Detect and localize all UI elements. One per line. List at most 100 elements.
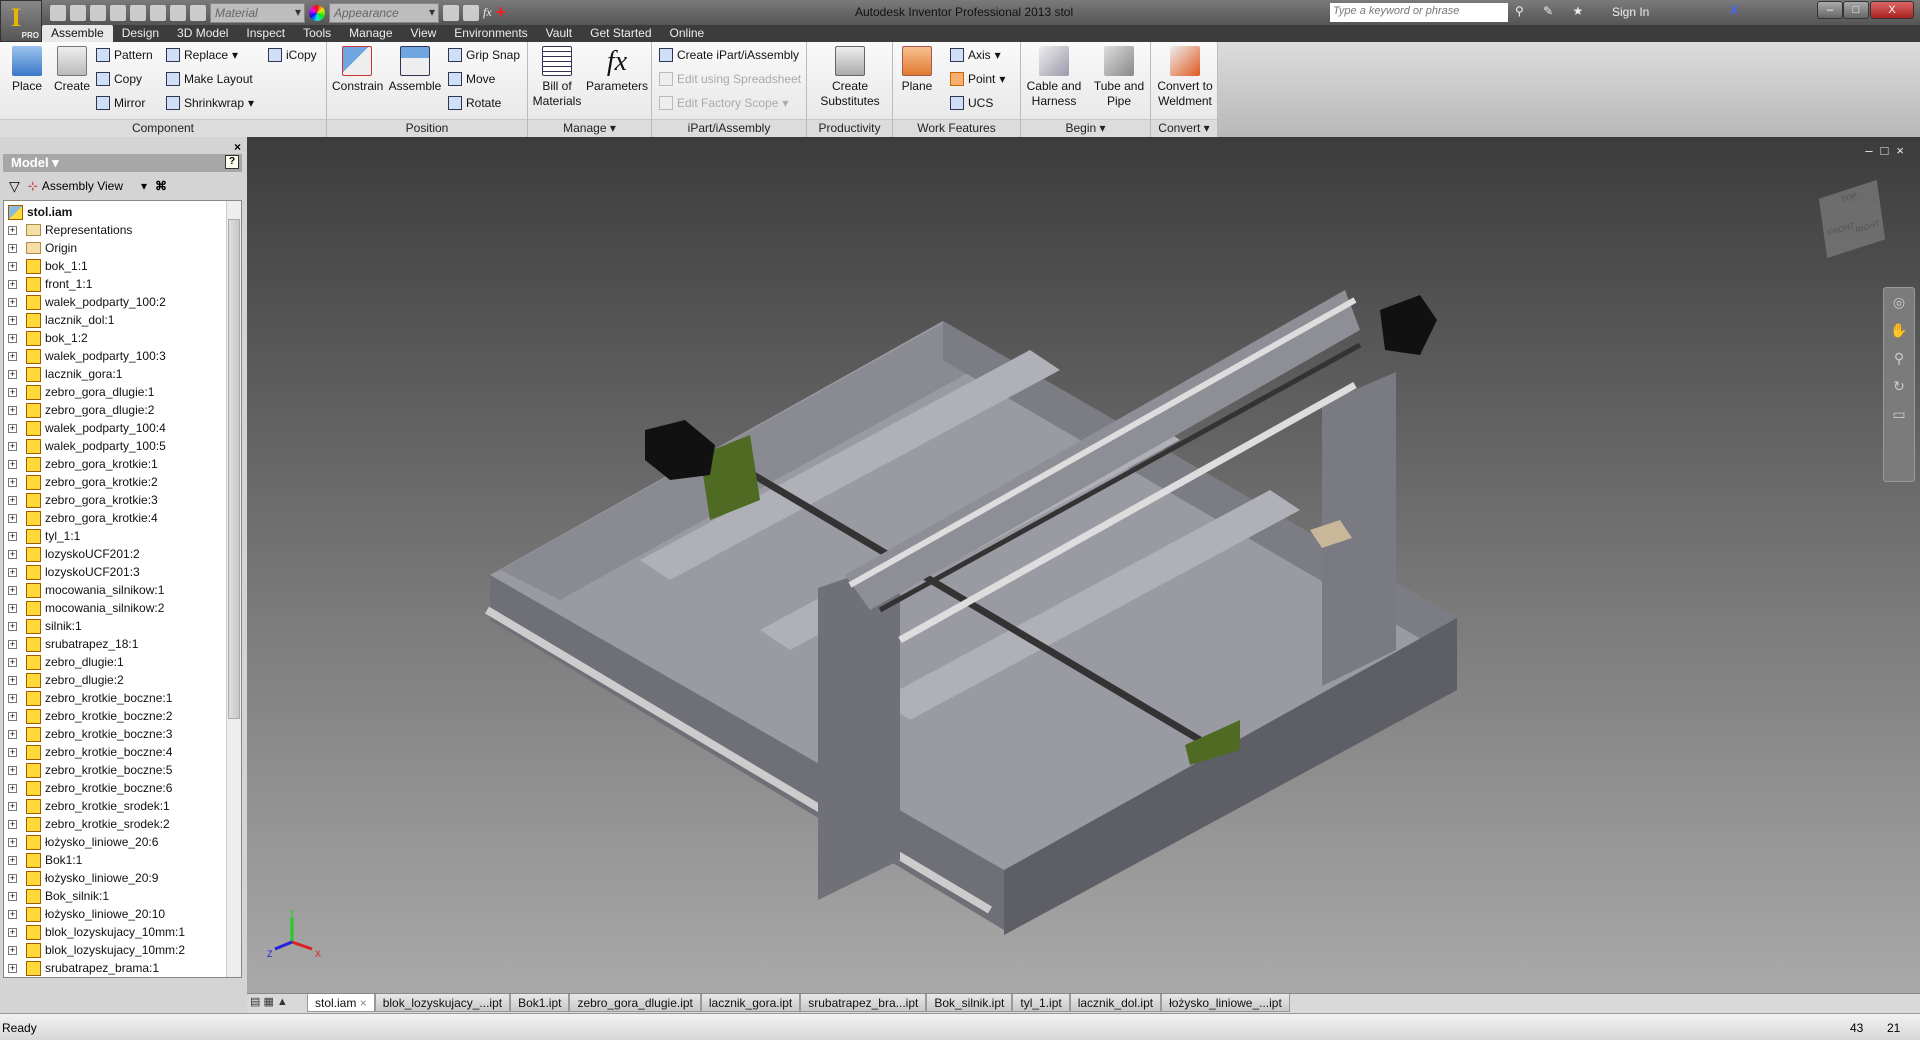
tree-item[interactable]: + blok_lozyskujacy_10mm:2 — [4, 941, 185, 959]
document-tab[interactable]: Bok1.ipt — [510, 994, 570, 1012]
tree-item[interactable]: + łożysko_liniowe_20:10 — [4, 905, 165, 923]
tree-item[interactable]: + bok_1:2 — [4, 329, 88, 347]
tree-item[interactable]: + mocowania_silnikow:1 — [4, 581, 164, 599]
expand-icon[interactable]: + — [8, 477, 17, 487]
tab-tools[interactable]: Tools — [294, 25, 340, 42]
tree-item[interactable]: + łożysko_liniowe_20:9 — [4, 869, 158, 887]
select-icon[interactable] — [170, 4, 186, 21]
tree-item[interactable]: + zebro_gora_dlugie:2 — [4, 401, 154, 419]
bill-of-materials-button[interactable]: Bill of Materials — [532, 46, 582, 109]
expand-icon[interactable]: + — [8, 279, 17, 289]
expand-icon[interactable]: + — [8, 531, 17, 541]
create-button[interactable]: Create — [52, 46, 92, 94]
document-tab[interactable]: stol.iam × — [307, 994, 375, 1012]
find-binoculars-icon[interactable]: ⌘ — [155, 179, 167, 193]
expand-icon[interactable]: + — [8, 459, 17, 469]
document-tab[interactable]: lacznik_dol.ipt — [1069, 994, 1162, 1012]
expand-icon[interactable]: + — [8, 567, 17, 577]
create-substitutes-button[interactable]: Create Substitutes — [815, 46, 885, 109]
panel-label-begin[interactable]: Begin ▾ — [1021, 119, 1150, 137]
tree-item[interactable]: + Origin — [4, 239, 77, 257]
expand-icon[interactable]: + — [8, 513, 17, 523]
expand-icon[interactable]: + — [8, 423, 17, 433]
edit-spreadsheet-button[interactable]: Edit using Spreadsheet — [659, 70, 801, 88]
create-ipart-button[interactable]: Create iPart/iAssembly — [659, 46, 799, 64]
tab-layout-controls[interactable]: ▤ ▦ ▲ — [250, 995, 305, 1011]
assembly-view-dropdown[interactable]: ⊹ Assembly View ▾ — [28, 179, 147, 193]
tree-item[interactable]: + zebro_dlugie:1 — [4, 653, 124, 671]
tree-item[interactable]: + walek_podparty_100:3 — [4, 347, 166, 365]
expand-icon[interactable]: + — [8, 225, 17, 235]
expand-icon[interactable]: + — [8, 693, 17, 703]
tab-inspect[interactable]: Inspect — [237, 25, 294, 42]
undo-icon[interactable] — [110, 4, 126, 21]
save-icon[interactable] — [90, 4, 106, 21]
tree-item[interactable]: + zebro_gora_dlugie:1 — [4, 383, 154, 401]
tree-item[interactable]: + walek_podparty_100:4 — [4, 419, 166, 437]
tab-environments[interactable]: Environments — [445, 25, 536, 42]
origin-plus-icon[interactable]: + — [496, 2, 507, 23]
expand-icon[interactable]: + — [8, 747, 17, 757]
document-tab[interactable]: Bok_silnik.ipt — [926, 994, 1013, 1012]
tree-item[interactable]: + bok_1:1 — [4, 257, 88, 275]
help-tools-icons[interactable]: ⚲ ✎ ★ — [1515, 4, 1591, 18]
expand-icon[interactable]: + — [8, 369, 17, 379]
expand-icon[interactable]: + — [8, 441, 17, 451]
expand-icon[interactable]: + — [8, 333, 17, 343]
close-tab-icon[interactable]: × — [360, 996, 367, 1010]
tree-item[interactable]: + zebro_krotkie_boczne:2 — [4, 707, 172, 725]
graphics-viewport[interactable]: –□× TOP FRONT RIGHT ◎ ✋ ⚲ ↻ ▭ Y X Z — [247, 137, 1920, 993]
expand-icon[interactable]: + — [8, 819, 17, 829]
pattern-button[interactable]: Pattern — [96, 46, 153, 64]
close-browser-icon[interactable]: × — [234, 140, 241, 154]
expand-icon[interactable]: + — [8, 261, 17, 271]
point-button[interactable]: Point ▾ — [950, 70, 1005, 88]
open-icon[interactable] — [70, 4, 86, 21]
expand-icon[interactable]: + — [8, 873, 17, 883]
expand-icon[interactable]: + — [8, 801, 17, 811]
expand-icon[interactable]: + — [8, 927, 17, 937]
expand-icon[interactable]: + — [8, 315, 17, 325]
tree-item[interactable]: + Bok_silnik:1 — [4, 887, 109, 905]
tree-item[interactable]: + lozyskoUCF201:3 — [4, 563, 140, 581]
tree-item[interactable]: + zebro_krotkie_boczne:1 — [4, 689, 172, 707]
tree-item[interactable]: + zebro_gora_krotkie:2 — [4, 473, 158, 491]
expand-icon[interactable]: + — [8, 639, 17, 649]
expand-icon[interactable]: + — [8, 585, 17, 595]
parameters-button[interactable]: fx Parameters — [586, 46, 648, 94]
help-search-input[interactable]: Type a keyword or phrase — [1330, 3, 1508, 22]
expand-icon[interactable]: + — [8, 243, 17, 253]
clear-appearance-icon[interactable] — [463, 4, 479, 21]
material-dropdown[interactable]: Material — [210, 2, 305, 23]
tree-item[interactable]: + zebro_krotkie_boczne:6 — [4, 779, 172, 797]
document-tab[interactable]: lacznik_gora.ipt — [700, 994, 801, 1012]
tree-item[interactable]: + zebro_krotkie_srodek:1 — [4, 797, 170, 815]
tree-item[interactable]: + zebro_gora_krotkie:1 — [4, 455, 158, 473]
maximize-button[interactable]: □ — [1843, 1, 1869, 19]
tree-root[interactable]: stol.iam — [8, 203, 72, 221]
expand-icon[interactable]: + — [8, 837, 17, 847]
assemble-button[interactable]: Assemble — [387, 46, 443, 94]
expand-icon[interactable]: + — [8, 963, 17, 973]
tree-item[interactable]: + front_1:1 — [4, 275, 92, 293]
pan-icon[interactable]: ✋ — [1884, 316, 1914, 344]
icopy-button[interactable]: iCopy — [268, 46, 317, 64]
tree-item[interactable]: + walek_podparty_100:2 — [4, 293, 166, 311]
document-tab[interactable]: łożysko_liniowe_...ipt — [1161, 994, 1290, 1012]
new-icon[interactable] — [50, 4, 66, 21]
tab-view[interactable]: View — [402, 25, 446, 42]
document-tab[interactable]: srubatrapez_bra...ipt — [800, 994, 927, 1012]
tree-item[interactable]: + zebro_gora_krotkie:3 — [4, 491, 158, 509]
copy-button[interactable]: Copy — [96, 70, 142, 88]
tab-get-started[interactable]: Get Started — [581, 25, 660, 42]
tree-item[interactable]: + silnik:1 — [4, 617, 82, 635]
viewcube-top[interactable]: TOP — [1841, 191, 1858, 205]
tree-item[interactable]: + zebro_krotkie_boczne:4 — [4, 743, 172, 761]
tube-pipe-button[interactable]: Tube and Pipe — [1091, 46, 1147, 109]
adjust-appearance-icon[interactable] — [443, 4, 459, 21]
help-icon[interactable]: ? — [225, 155, 239, 169]
tab-design[interactable]: Design — [113, 25, 168, 42]
tree-item[interactable]: + lozyskoUCF201:2 — [4, 545, 140, 563]
tree-item[interactable]: + blok_lozyskujacy_10mm:1 — [4, 923, 185, 941]
tab-3d-model[interactable]: 3D Model — [168, 25, 237, 42]
